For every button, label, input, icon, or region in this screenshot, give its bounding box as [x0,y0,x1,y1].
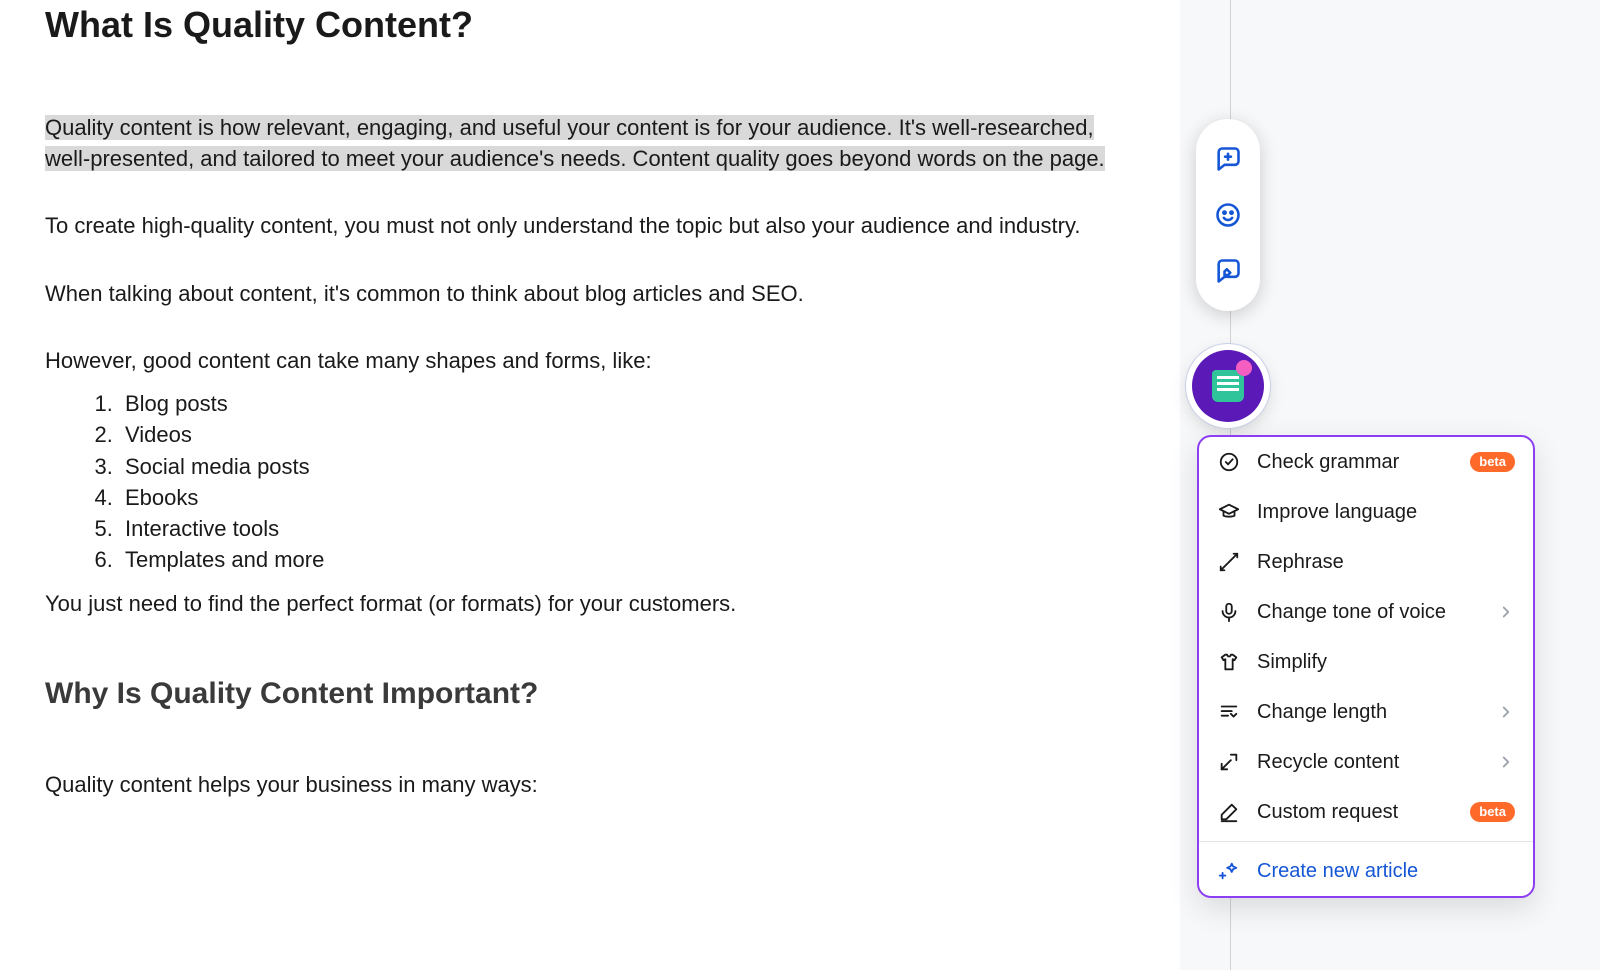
menu-divider [1199,841,1533,842]
menu-item-custom-request[interactable]: Custom request beta [1199,787,1533,837]
menu-item-simplify[interactable]: Simplify [1199,637,1533,687]
menu-item-label: Improve language [1257,501,1515,524]
check-circle-icon [1217,450,1241,474]
beta-badge: beta [1470,802,1515,822]
paragraph: Quality content helps your business in m… [45,769,1135,800]
ai-assistant-fab[interactable] [1192,350,1264,422]
beta-badge: beta [1470,452,1515,472]
heading-section: Why Is Quality Content Important? [45,649,1135,711]
add-comment-icon [1214,145,1242,173]
paragraph-highlighted: Quality content is how relevant, engagin… [45,112,1135,174]
graduation-cap-icon [1217,500,1241,524]
floating-action-pill [1196,119,1260,311]
menu-item-check-grammar[interactable]: Check grammar beta [1199,437,1533,487]
list-item: Videos [119,419,1135,450]
chevron-right-icon [1497,603,1515,621]
menu-item-label: Rephrase [1257,551,1515,574]
list-item: Blog posts [119,388,1135,419]
menu-item-label: Change tone of voice [1257,601,1481,624]
mic-icon [1217,600,1241,624]
formats-list: Blog posts Videos Social media posts Ebo… [45,388,1135,575]
chevron-right-icon [1497,753,1515,771]
notification-dot [1236,360,1252,376]
paragraph: When talking about content, it's common … [45,278,1135,309]
add-comment-button[interactable] [1212,143,1244,175]
article-content: What Is Quality Content? Quality content… [0,0,1180,970]
chevron-right-icon [1497,703,1515,721]
menu-item-label: Simplify [1257,651,1515,674]
paragraph: You just need to find the perfect format… [45,588,1135,619]
pen-custom-icon [1217,800,1241,824]
list-item: Ebooks [119,482,1135,513]
ai-actions-menu: Check grammar beta Improve language Reph… [1197,435,1535,898]
menu-item-rephrase[interactable]: Rephrase [1199,537,1533,587]
sparkle-plus-icon [1217,859,1241,883]
menu-item-label: Check grammar [1257,451,1454,474]
menu-item-change-length[interactable]: Change length [1199,687,1533,737]
text-resize-icon [1217,700,1241,724]
shuffle-icon [1217,550,1241,574]
menu-item-label: Recycle content [1257,751,1481,774]
menu-item-create-new-article[interactable]: Create new article [1199,846,1533,896]
menu-item-label: Custom request [1257,801,1454,824]
emoji-react-button[interactable] [1212,199,1244,231]
menu-item-recycle-content[interactable]: Recycle content [1199,737,1533,787]
suggest-edit-icon [1214,257,1242,285]
menu-item-change-tone[interactable]: Change tone of voice [1199,587,1533,637]
suggest-edit-button[interactable] [1212,255,1244,287]
tshirt-icon [1217,650,1241,674]
paragraph: However, good content can take many shap… [45,345,1135,376]
paragraph: To create high-quality content, you must… [45,210,1135,241]
emoji-icon [1214,201,1242,229]
list-item: Interactive tools [119,513,1135,544]
list-item: Social media posts [119,451,1135,482]
menu-item-improve-language[interactable]: Improve language [1199,487,1533,537]
menu-item-label: Change length [1257,701,1481,724]
selected-text[interactable]: Quality content is how relevant, engagin… [45,115,1105,171]
recycle-arrow-icon [1217,750,1241,774]
menu-item-label: Create new article [1257,860,1515,883]
heading-main: What Is Quality Content? [45,0,1135,46]
list-item: Templates and more [119,544,1135,575]
